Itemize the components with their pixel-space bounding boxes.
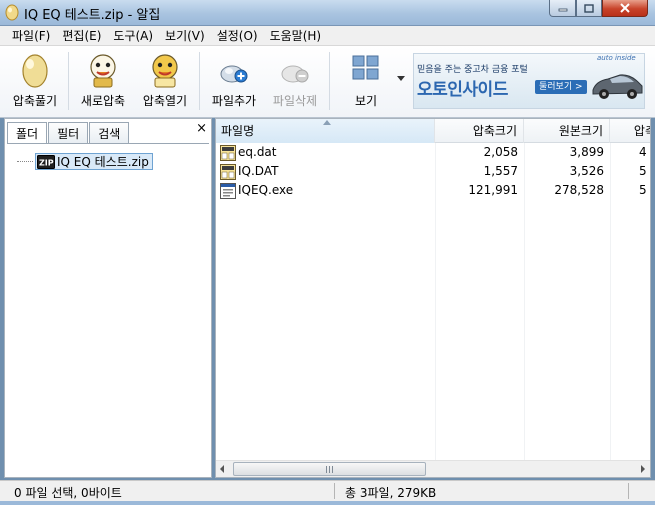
extract-label: 압축풀기	[12, 94, 58, 108]
close-window-button[interactable]	[602, 0, 648, 17]
dat-file-icon	[220, 144, 236, 161]
tree-connector	[17, 161, 33, 162]
status-bar: 0 파일 선택, 0바이트 총 3파일, 279KB	[0, 480, 655, 501]
delete-files-label: 파일삭제	[272, 94, 318, 108]
status-selection: 0 파일 선택, 0바이트	[14, 486, 122, 500]
tab-filter[interactable]: 필터	[48, 122, 89, 143]
menu-edit[interactable]: 편집(E)	[56, 27, 107, 44]
file-compressed-size: 2,058	[483, 145, 518, 159]
view-grid-icon	[352, 55, 379, 80]
file-list-pane: 파일명 압축크기 원본크기 압축 eq.dat 2,058 3,899 4	[215, 118, 651, 478]
toolbar: 압축풀기 새로압축 압축열기 파일추가 파일삭제 보기 auto inside …	[0, 46, 655, 118]
ad-tagline: 믿음을 주는 중고차 금융 포털	[417, 65, 528, 75]
menu-help[interactable]: 도움말(H)	[264, 27, 328, 44]
tree-node-label: IQ EQ 테스트.zip	[57, 155, 149, 169]
dat-file-icon	[220, 163, 236, 180]
file-list: eq.dat 2,058 3,899 4 IQ.DAT 1,557 3,526 …	[216, 143, 650, 200]
svg-text:ZIP: ZIP	[39, 158, 54, 167]
sort-ascending-icon	[323, 120, 331, 125]
view-dropdown-arrow-icon[interactable]	[397, 76, 405, 82]
open-archive-character-icon	[152, 54, 178, 88]
horizontal-scrollbar[interactable]	[216, 460, 650, 477]
alzip-egg-icon	[5, 4, 19, 21]
view-button[interactable]: 보기	[338, 46, 394, 116]
zip-archive-icon: ZIP	[37, 154, 55, 169]
ad-title: 오토인사이드	[417, 80, 508, 100]
menu-settings[interactable]: 설정(O)	[211, 27, 264, 44]
column-header-compressed-size[interactable]: 압축크기	[435, 119, 524, 143]
ad-banner[interactable]: auto inside 믿음을 주는 중고차 금융 포털 오토인사이드 둘러보기…	[413, 53, 645, 109]
menu-tools[interactable]: 도구(A)	[107, 27, 159, 44]
folder-tree: ZIP IQ EQ 테스트.zip	[7, 143, 209, 475]
column-name-label: 파일명	[221, 124, 255, 138]
ad-brand: auto inside	[597, 54, 636, 62]
file-row[interactable]: eq.dat 2,058 3,899 4	[216, 143, 650, 162]
exe-file-icon	[220, 182, 236, 199]
delete-files-button[interactable]: 파일삭제	[266, 46, 324, 116]
file-original-size: 278,528	[554, 183, 604, 197]
scroll-right-icon[interactable]	[639, 464, 647, 474]
file-original-size: 3,899	[569, 145, 604, 159]
status-divider	[334, 483, 335, 499]
pane-close-button[interactable]: ×	[196, 122, 207, 136]
file-name-cell: IQEQ.exe	[220, 181, 293, 200]
toolbar-separator	[199, 52, 200, 110]
new-archive-label: 새로압축	[80, 94, 126, 108]
menu-bar: 파일(F) 편집(E) 도구(A) 보기(V) 설정(O) 도움말(H)	[0, 26, 655, 46]
column-header-ratio[interactable]: 압축	[610, 119, 650, 143]
title-bar[interactable]: IQ EQ 테스트.zip - 알집	[0, 0, 655, 26]
view-label: 보기	[354, 94, 378, 108]
scrollbar-grip	[326, 466, 335, 473]
add-files-icon	[220, 65, 248, 83]
menu-file[interactable]: 파일(F)	[6, 27, 56, 44]
open-archive-button[interactable]: 압축열기	[136, 46, 194, 116]
maximize-button[interactable]	[576, 0, 602, 17]
file-compressed-size: 1,557	[483, 164, 518, 178]
tab-folder[interactable]: 폴더	[7, 122, 48, 144]
tree-node-selected[interactable]: ZIP IQ EQ 테스트.zip	[35, 153, 153, 170]
scroll-left-icon[interactable]	[218, 464, 226, 474]
window-frame-bottom	[0, 501, 655, 505]
open-archive-label: 압축열기	[142, 94, 188, 108]
minimize-button[interactable]	[549, 0, 576, 17]
egg-icon	[22, 54, 48, 88]
file-ratio: 5	[639, 164, 647, 178]
file-name-cell: IQ.DAT	[220, 162, 278, 181]
file-original-size: 3,526	[569, 164, 604, 178]
minimize-icon	[558, 8, 567, 12]
toolbar-separator	[68, 52, 69, 110]
tree-node-archive[interactable]: ZIP IQ EQ 테스트.zip	[17, 153, 153, 170]
car-icon	[592, 74, 643, 99]
new-archive-character-icon	[90, 54, 116, 88]
file-name: IQEQ.exe	[238, 183, 294, 197]
menu-view[interactable]: 보기(V)	[159, 27, 211, 44]
add-files-label: 파일추가	[211, 94, 257, 108]
window-title: IQ EQ 테스트.zip - 알집	[24, 8, 161, 23]
tab-search[interactable]: 검색	[89, 122, 130, 143]
file-name: eq.dat	[238, 145, 277, 159]
column-header-original-size[interactable]: 원본크기	[524, 119, 610, 143]
file-ratio: 5	[639, 183, 647, 197]
file-ratio: 4	[639, 145, 647, 159]
scrollbar-thumb[interactable]	[233, 462, 426, 476]
ad-cta-button[interactable]: 둘러보기 >	[535, 80, 587, 94]
status-divider	[628, 483, 629, 499]
add-files-button[interactable]: 파일추가	[204, 46, 264, 116]
file-list-header: 파일명 압축크기 원본크기 압축	[216, 119, 650, 143]
maximize-icon	[584, 3, 594, 13]
file-row[interactable]: IQEQ.exe 121,991 278,528 5	[216, 181, 650, 200]
folder-pane: 폴더 필터 검색 × ZIP IQ EQ 테스트.zip	[4, 118, 212, 478]
file-name-cell: eq.dat	[220, 143, 277, 162]
status-summary: 총 3파일, 279KB	[345, 486, 437, 500]
new-archive-button[interactable]: 새로압축	[74, 46, 132, 116]
close-icon	[620, 3, 630, 13]
extract-button[interactable]: 압축풀기	[6, 46, 64, 116]
delete-files-icon	[281, 65, 309, 83]
file-name: IQ.DAT	[238, 164, 279, 178]
pane-tabs: 폴더 필터 검색	[7, 122, 130, 144]
file-row[interactable]: IQ.DAT 1,557 3,526 5	[216, 162, 650, 181]
toolbar-separator	[329, 52, 330, 110]
file-compressed-size: 121,991	[468, 183, 518, 197]
